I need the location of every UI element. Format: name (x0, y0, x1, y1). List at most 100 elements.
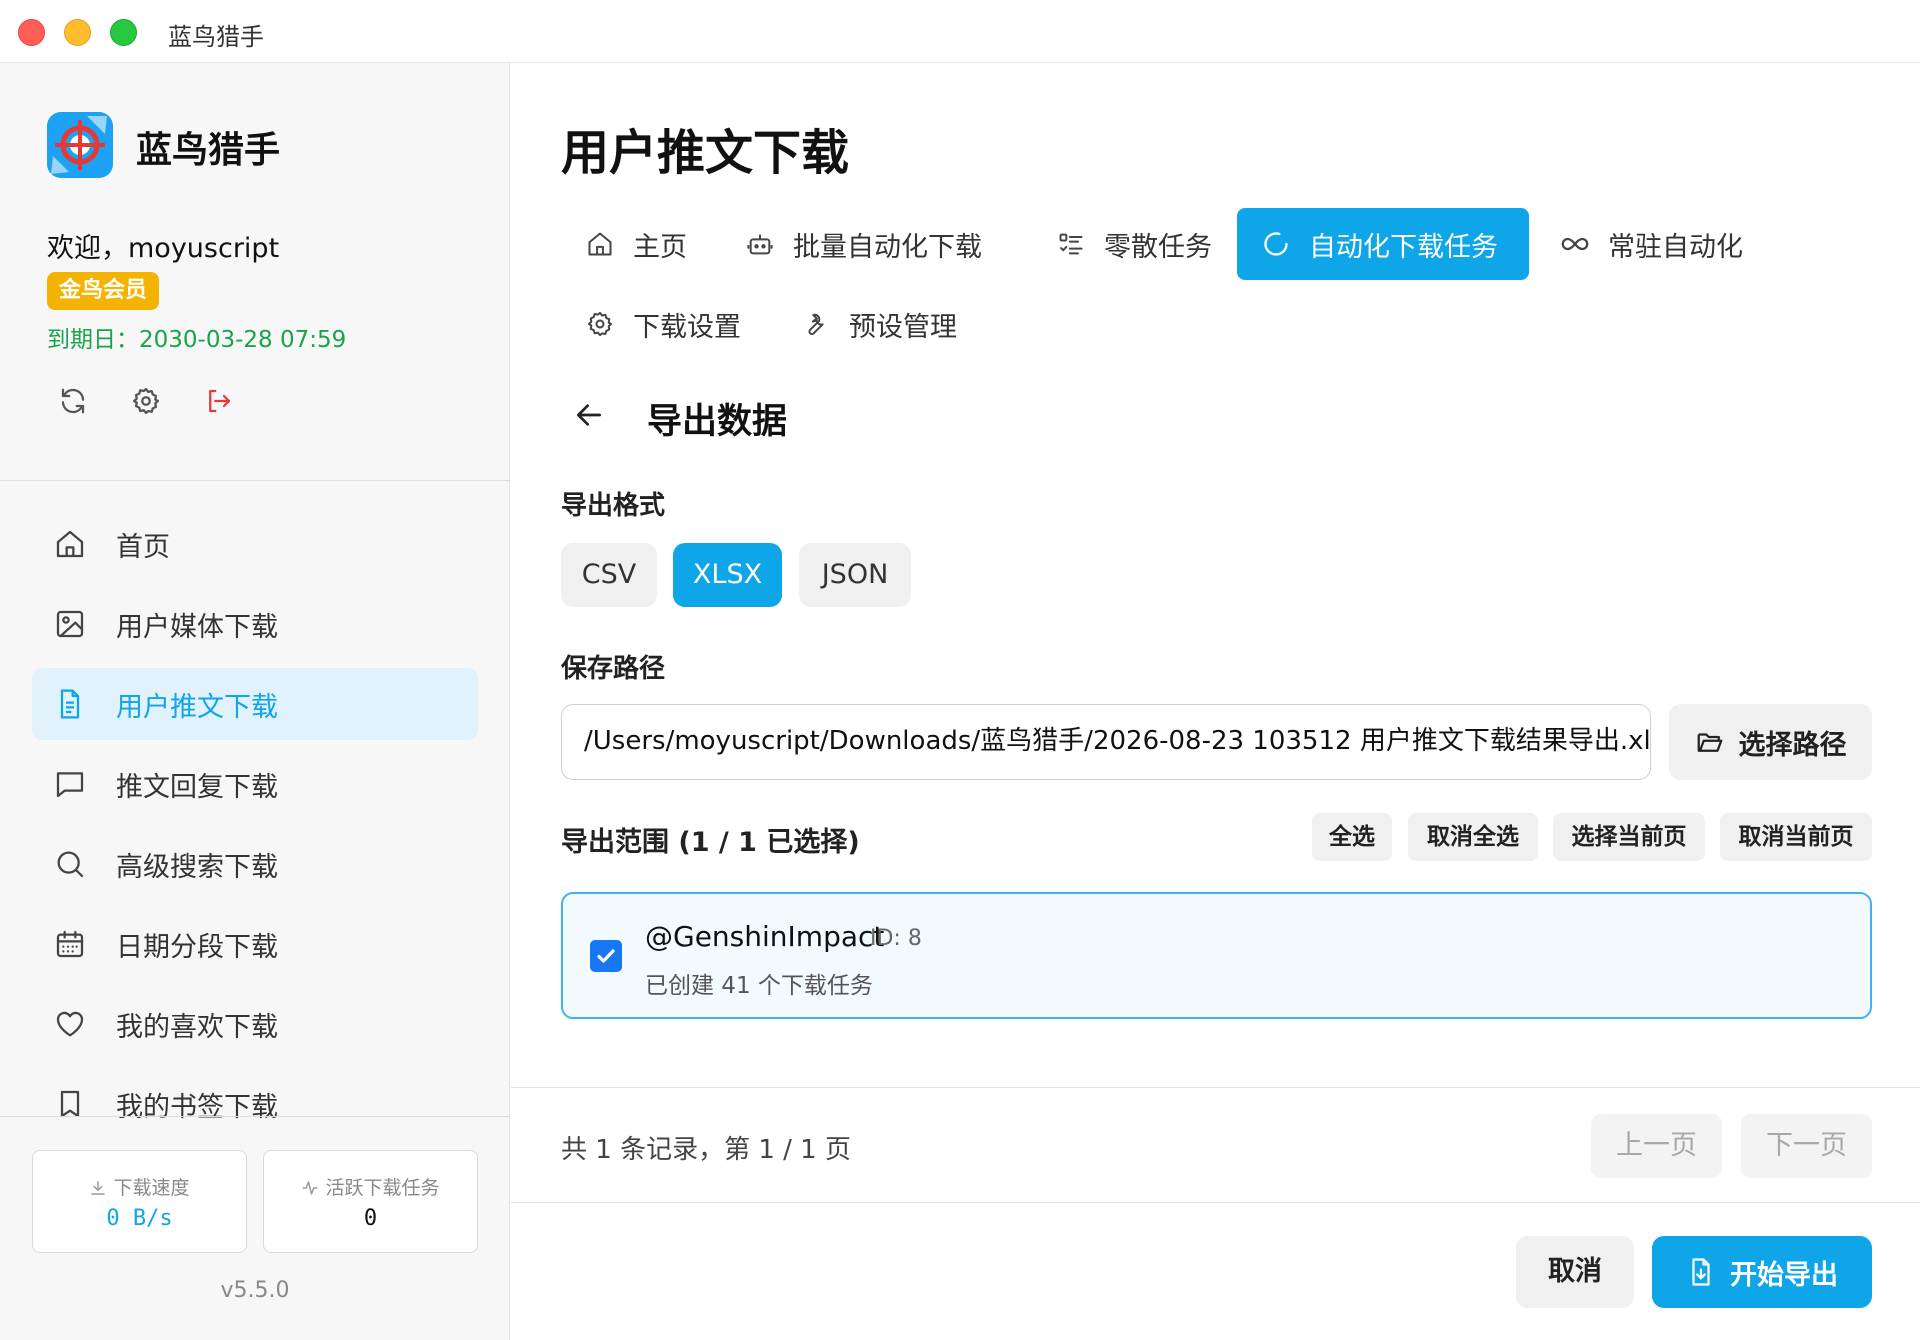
tab-resident-automation[interactable]: 常驻自动化 (1536, 208, 1767, 280)
tab-download-settings[interactable]: 下载设置 (561, 288, 765, 360)
sidebar-actions (57, 385, 235, 417)
gear-icon[interactable] (130, 385, 162, 417)
app-name: 蓝鸟猎手 (136, 130, 281, 171)
sidebar-item-bookmarks[interactable]: 我的书签下载 (32, 1068, 478, 1140)
membership-badge: 金鸟会员 (47, 272, 160, 310)
tab-label: 主页 (633, 231, 687, 263)
save-path-input[interactable]: /Users/moyuscript/Downloads/蓝鸟猎手/2026-08… (561, 704, 1651, 780)
start-export-label: 开始导出 (1730, 1259, 1838, 1291)
format-label: 导出格式 (561, 491, 666, 521)
image-icon (56, 610, 84, 638)
tab-label: 预设管理 (849, 311, 957, 343)
tab-label: 批量自动化下载 (793, 231, 982, 263)
choose-path-button[interactable]: 选择路径 (1669, 704, 1872, 780)
download-speed-value: 0 B/s (106, 1206, 173, 1231)
format-xlsx-button[interactable]: XLSX (673, 543, 782, 607)
download-icon (91, 1181, 106, 1195)
active-tasks-label: 活跃下载任务 (325, 1177, 440, 1199)
tab-home[interactable]: 主页 (561, 208, 711, 280)
format-json-button[interactable]: JSON (799, 543, 911, 607)
sidebar-item-user-tweets[interactable]: 用户推文下载 (32, 668, 478, 740)
folder-open-icon (1697, 733, 1722, 752)
sidebar: 蓝鸟猎手 欢迎，moyuscript 金鸟会员 到期日：2030-03-28 0… (0, 63, 510, 1340)
home-icon (56, 530, 84, 558)
tab-label: 自动化下载任务 (1309, 231, 1498, 263)
minimize-window-button[interactable] (64, 19, 91, 46)
sidebar-item-label: 用户媒体下载 (116, 612, 278, 643)
heart-icon (56, 1011, 84, 1037)
divider (0, 1116, 510, 1117)
tab-label: 零散任务 (1104, 231, 1212, 263)
sidebar-item-label: 推文回复下载 (116, 772, 278, 803)
sidebar-nav: 首页 用户媒体下载 用户推文下载 推文回复下载 高级搜索下载 日期分段下载 我的… (32, 508, 478, 1180)
select-all-button[interactable]: 全选 (1312, 813, 1392, 861)
sidebar-item-label: 日期分段下载 (116, 932, 278, 963)
maximize-window-button[interactable] (110, 19, 137, 46)
sidebar-item-label: 我的书签下载 (116, 1092, 278, 1123)
cancel-button[interactable]: 取消 (1516, 1236, 1634, 1308)
active-tasks-value: 0 (363, 1206, 378, 1231)
window-title: 蓝鸟猎手 (168, 23, 264, 51)
export-title: 导出数据 (647, 402, 788, 442)
logout-icon[interactable] (203, 385, 235, 417)
divider (511, 1087, 1920, 1088)
spinner-icon (1261, 229, 1291, 259)
select-page-button[interactable]: 选择当前页 (1553, 813, 1705, 861)
welcome-text: 欢迎，moyuscript (47, 233, 280, 264)
app-logo-icon (47, 112, 113, 178)
tab-label: 下载设置 (633, 311, 741, 343)
user-id: ID: 8 (870, 926, 922, 951)
next-page-button[interactable]: 下一页 (1741, 1114, 1872, 1178)
tab-label: 常驻自动化 (1608, 231, 1743, 263)
range-label: 导出范围 (1 / 1 已选择) (561, 827, 860, 858)
list-icon (1056, 229, 1086, 259)
tab-scattered-tasks[interactable]: 零散任务 (1032, 208, 1236, 280)
prev-page-button[interactable]: 上一页 (1591, 1114, 1722, 1178)
path-label: 保存路径 (561, 654, 666, 684)
sidebar-item-label: 首页 (116, 532, 170, 563)
app-version: v5.5.0 (220, 1278, 290, 1303)
file-download-icon (1692, 1258, 1710, 1286)
infinity-icon (1560, 229, 1590, 259)
tab-auto-download-tasks[interactable]: 自动化下载任务 (1237, 208, 1529, 280)
page-title: 用户推文下载 (561, 125, 850, 181)
download-speed-label: 下载速度 (113, 1177, 190, 1199)
title-bar: 蓝鸟猎手 (0, 0, 1920, 63)
robot-icon (745, 229, 775, 259)
main-content: 用户推文下载 主页 批量自动化下载 零散任务 自动化下载任务 常驻自动化 下载设… (511, 63, 1920, 1340)
close-window-button[interactable] (18, 19, 45, 46)
home-icon (585, 229, 615, 259)
sidebar-item-home[interactable]: 首页 (32, 508, 478, 580)
activity-icon (302, 1181, 318, 1195)
divider (511, 1202, 1920, 1203)
choose-path-label: 选择路径 (1738, 729, 1847, 761)
sidebar-item-date-range[interactable]: 日期分段下载 (32, 908, 478, 980)
active-tasks-card: 活跃下载任务 0 (263, 1150, 478, 1253)
format-csv-button[interactable]: CSV (561, 543, 657, 607)
sidebar-item-likes[interactable]: 我的喜欢下载 (32, 988, 478, 1060)
tab-preset-management[interactable]: 预设管理 (777, 288, 981, 360)
item-checkbox[interactable] (590, 940, 622, 972)
tab-batch-download[interactable]: 批量自动化下载 (721, 208, 1006, 280)
sidebar-item-replies[interactable]: 推文回复下载 (32, 748, 478, 820)
start-export-button[interactable]: 开始导出 (1652, 1236, 1872, 1308)
sidebar-item-label: 高级搜索下载 (116, 852, 278, 883)
records-summary: 共 1 条记录，第 1 / 1 页 (561, 1135, 851, 1165)
refresh-icon[interactable] (57, 385, 89, 417)
search-icon (57, 851, 84, 878)
check-icon (597, 949, 615, 963)
calendar-icon (56, 930, 84, 958)
expiry-date: 到期日：2030-03-28 07:59 (47, 327, 347, 353)
sidebar-item-label: 我的喜欢下载 (116, 1012, 278, 1043)
user-handle: @GenshinImpact (645, 920, 885, 953)
divider (0, 480, 510, 481)
message-icon (56, 772, 84, 798)
sidebar-item-user-media[interactable]: 用户媒体下载 (32, 588, 478, 660)
user-task-count: 已创建 41 个下载任务 (645, 973, 873, 999)
sidebar-item-advanced-search[interactable]: 高级搜索下载 (32, 828, 478, 900)
back-arrow-icon[interactable] (573, 399, 605, 431)
deselect-all-button[interactable]: 取消全选 (1408, 813, 1538, 861)
list-item[interactable]: @GenshinImpact ID: 8 已创建 41 个下载任务 (561, 892, 1872, 1019)
sidebar-item-label: 用户推文下载 (116, 692, 278, 723)
deselect-page-button[interactable]: 取消当前页 (1720, 813, 1872, 861)
